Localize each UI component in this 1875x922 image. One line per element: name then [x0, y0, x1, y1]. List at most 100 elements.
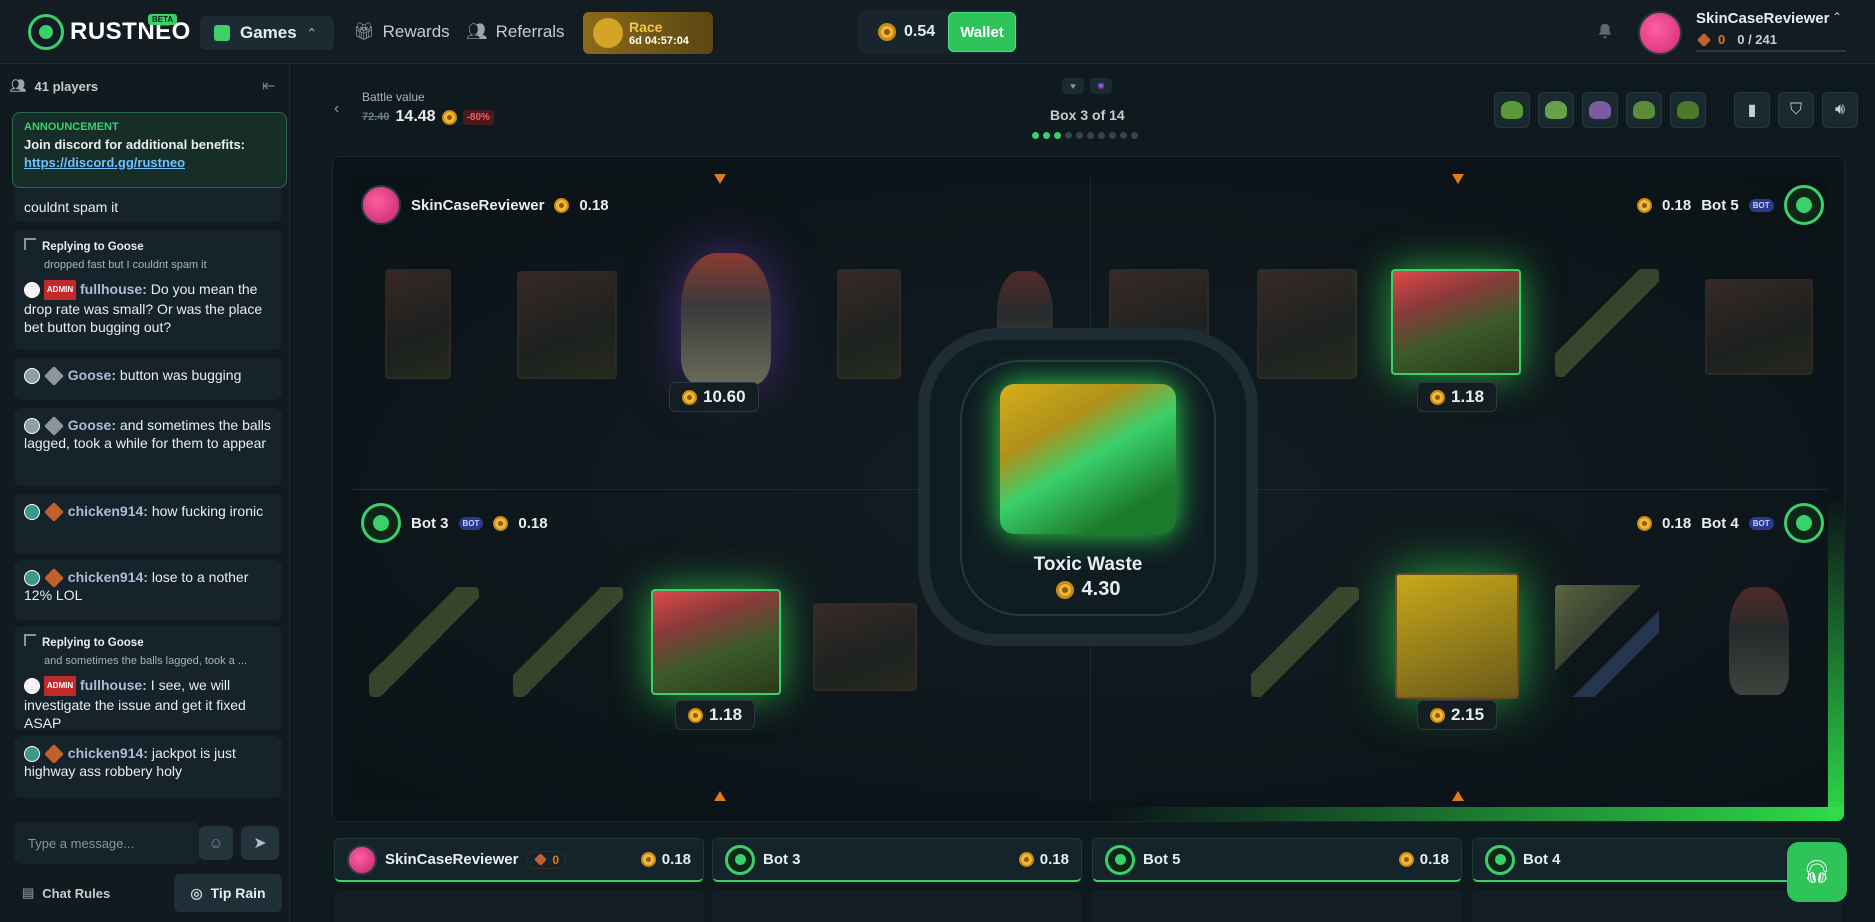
coin-icon: [682, 389, 697, 405]
message-username[interactable]: fullhouse: [80, 281, 142, 297]
emote-frog-icon: [1545, 101, 1567, 119]
player-name[interactable]: SkinCaseReviewer: [411, 197, 544, 214]
wallet-button[interactable]: Wallet: [948, 12, 1016, 52]
support-button[interactable]: 🎧︎: [1787, 842, 1847, 902]
fairness-button[interactable]: ⛉: [1778, 92, 1814, 128]
coin-icon: [1637, 197, 1652, 213]
rain-icon: ◎: [190, 884, 203, 901]
avatar: [24, 504, 40, 521]
message-username[interactable]: chicken914: [68, 569, 144, 585]
chat-rules-link[interactable]: ▤ Chat Rules: [22, 885, 110, 901]
emote-button[interactable]: [1538, 92, 1574, 128]
reply-corner-icon: [24, 238, 36, 250]
nav-rewards-link[interactable]: 🎁︎ Rewards: [353, 22, 450, 42]
message-username[interactable]: chicken914: [68, 503, 144, 519]
player-tab-name: Bot 5: [1143, 851, 1181, 868]
nav-games-button[interactable]: Games ⌃: [200, 16, 334, 50]
avatar[interactable]: [361, 185, 401, 225]
message-username[interactable]: fullhouse: [80, 677, 142, 693]
player-name[interactable]: Bot 3: [411, 515, 449, 532]
chat-message: chicken914: lose to a nother 12% LOL: [14, 560, 282, 620]
reply-preview: and sometimes the balls lagged, took a .…: [44, 655, 248, 667]
rank-badge-icon: [43, 568, 64, 589]
avatar[interactable]: [1638, 11, 1682, 55]
coin-icon: [1637, 515, 1652, 531]
player-name[interactable]: Bot 5: [1701, 197, 1739, 214]
discount-badge: -80%: [462, 109, 494, 125]
emoji-button[interactable]: ☺: [199, 826, 233, 860]
race-title: Race: [629, 19, 663, 35]
reel-item-hammer: [1555, 585, 1659, 697]
race-timer: 6d 04:57:04: [629, 35, 689, 47]
progress-dot: [1120, 132, 1127, 139]
player-tab-amount: 0.18: [1398, 851, 1449, 868]
heart-icon: ♥: [1062, 78, 1084, 94]
coin-icon: [1018, 852, 1034, 867]
logo[interactable]: RUSTNEO BETA: [28, 14, 191, 50]
tip-rain-button[interactable]: ◎ Tip Rain: [174, 874, 282, 912]
bot-badge: BOT: [1748, 516, 1774, 530]
message-username[interactable]: chicken914: [68, 745, 144, 761]
progress-dot: [1065, 132, 1072, 139]
headset-icon: 🎧︎: [1803, 859, 1831, 884]
discord-link[interactable]: https://discord.gg/rustneo: [24, 155, 275, 170]
chat-sidebar: 👥︎ 41 players ⇤ ANNOUNCEMENT Join discor…: [0, 64, 290, 922]
avatar: [347, 844, 377, 875]
bell-icon[interactable]: [1596, 22, 1614, 40]
progress-dot: [1043, 132, 1050, 139]
emote-frog-icon: [1677, 101, 1699, 119]
player-tab[interactable]: Bot 3 0.18: [712, 838, 1082, 882]
emote-button[interactable]: [1494, 92, 1530, 128]
reel-item-crate: [385, 269, 451, 379]
bot-badge: BOT: [1748, 198, 1774, 212]
avatar: [725, 844, 755, 875]
collapse-sidebar-icon[interactable]: ⇤: [262, 76, 275, 96]
nav-referrals-label: Referrals: [495, 22, 565, 41]
avatar[interactable]: [361, 503, 401, 543]
reel-item-barrel: [681, 253, 771, 385]
player-items-panel: [712, 890, 1082, 922]
level-value: 0: [1718, 32, 1726, 47]
stats-button[interactable]: ▮: [1734, 92, 1770, 128]
chat-message: Goose: and sometimes the balls lagged, t…: [14, 408, 282, 486]
emote-button[interactable]: [1670, 92, 1706, 128]
player-amount: 0.18: [1662, 196, 1692, 214]
won-value-amount: 2.15: [1451, 705, 1485, 724]
message-username[interactable]: Goose: [68, 417, 112, 433]
avatar[interactable]: [1783, 503, 1824, 543]
chat-rules-label: Chat Rules: [42, 885, 111, 901]
sound-button[interactable]: 🔊︎: [1822, 92, 1858, 128]
player-items-panel: [334, 890, 704, 922]
back-chevron-icon[interactable]: ‹: [334, 100, 339, 118]
nav-referrals-link[interactable]: 👥︎ Referrals: [466, 22, 565, 42]
speaker-icon: 🔊︎: [1834, 101, 1846, 118]
race-button[interactable]: Race 6d 04:57:04: [583, 12, 713, 54]
toxic-waste-case-image: [1000, 384, 1176, 534]
coin-icon: [878, 23, 896, 41]
emote-frog-icon: [1633, 101, 1655, 119]
avatar[interactable]: [1783, 185, 1824, 225]
chevron-up-icon[interactable]: ⌃: [1832, 10, 1842, 24]
player-tab[interactable]: SkinCaseReviewer 0 0.18: [334, 838, 704, 882]
chat-input[interactable]: Type a message...: [14, 822, 200, 864]
player-name[interactable]: Bot 4: [1701, 515, 1739, 532]
message-text: button was bugging: [119, 367, 242, 383]
chat-message: chicken914: jackpot is just highway ass …: [14, 736, 282, 798]
mode-icons: ♥ ✺: [1062, 78, 1112, 94]
message-username[interactable]: Goose: [68, 367, 112, 383]
won-value-amount: 10.60: [703, 387, 746, 406]
progress-dot: [1087, 132, 1094, 139]
player-tab-name: SkinCaseReviewer: [385, 851, 519, 868]
emote-button[interactable]: [1582, 92, 1618, 128]
current-case-name: Toxic Waste: [1033, 554, 1143, 575]
progress-dot: [1109, 132, 1116, 139]
user-name[interactable]: SkinCaseReviewer: [1696, 10, 1829, 27]
shield-icon: ⛉: [1789, 101, 1802, 118]
message-text: how fucking ironic: [151, 503, 264, 519]
reel-item-gun: [1251, 587, 1359, 697]
rank-badge-icon: [43, 744, 64, 765]
send-button[interactable]: ➤: [241, 826, 279, 860]
player-tab[interactable]: Bot 5 0.18: [1092, 838, 1462, 882]
coin-icon: [640, 852, 656, 867]
emote-button[interactable]: [1626, 92, 1662, 128]
